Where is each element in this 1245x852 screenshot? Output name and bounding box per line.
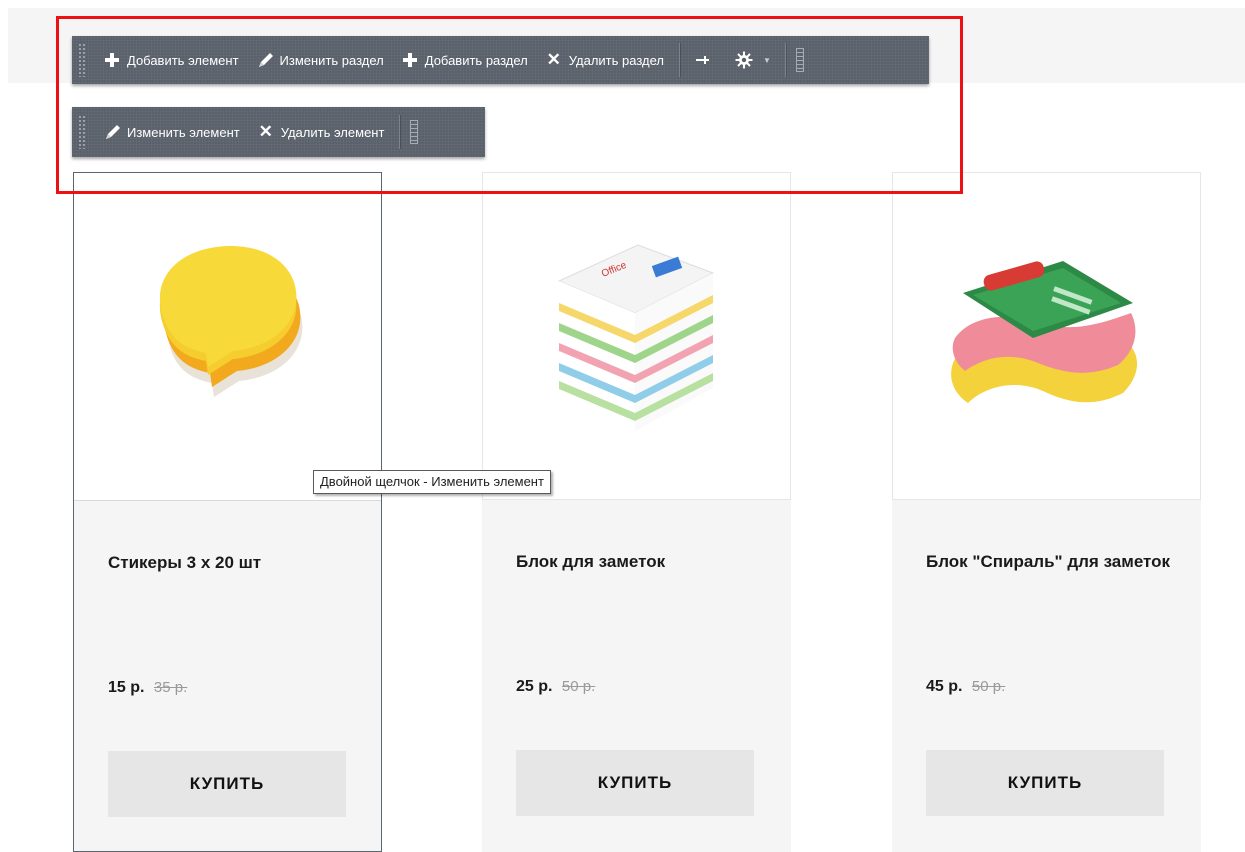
divider <box>399 115 401 149</box>
chevron-down-icon: ▼ <box>762 55 771 65</box>
settings-dropdown[interactable]: ▼ <box>727 36 779 84</box>
section-toolbar: Добавить элемент Изменить раздел Добавит… <box>72 36 929 84</box>
pin-icon <box>695 52 711 68</box>
old-price: 35 р. <box>153 679 188 696</box>
add-section-button[interactable]: Добавить раздел <box>393 36 537 84</box>
close-icon: ✕ <box>546 50 561 69</box>
product-title[interactable]: Блок для заметок <box>516 546 766 577</box>
element-toolbar: Изменить элемент ✕ Удалить элемент <box>72 107 485 157</box>
price: 45 р. 50 р. <box>926 678 1005 696</box>
pencil-icon <box>104 124 120 140</box>
product-card[interactable]: Стикеры 3 х 20 шт 15 р. 35 р. КУПИТЬ <box>73 172 382 852</box>
current-price: 45 р. <box>926 678 963 695</box>
product-title[interactable]: Стикеры 3 х 20 шт <box>108 547 358 578</box>
product-image[interactable]: Office <box>482 172 791 500</box>
old-price: 50 р. <box>561 678 596 695</box>
buy-button[interactable]: КУПИТЬ <box>516 750 754 816</box>
buy-button[interactable]: КУПИТЬ <box>108 751 346 817</box>
delete-section-button[interactable]: ✕ Удалить раздел <box>537 36 673 84</box>
current-price: 25 р. <box>516 678 553 695</box>
divider <box>784 43 786 77</box>
old-price: 50 р. <box>971 678 1006 695</box>
product-title[interactable]: Блок "Спираль" для заметок <box>926 546 1176 577</box>
edit-section-button[interactable]: Изменить раздел <box>248 36 393 84</box>
buy-button[interactable]: КУПИТЬ <box>926 750 1164 816</box>
product-image[interactable] <box>892 172 1201 500</box>
delete-element-button[interactable]: ✕ Удалить элемент <box>249 107 394 157</box>
tooltip: Двойной щелчок - Изменить элемент <box>313 470 551 494</box>
product-card[interactable]: Блок "Спираль" для заметок 45 р. 50 р. К… <box>892 172 1201 852</box>
product-image[interactable] <box>74 173 381 501</box>
pin-button[interactable] <box>686 36 727 84</box>
add-element-button[interactable]: Добавить элемент <box>95 36 248 84</box>
edit-element-button[interactable]: Изменить элемент <box>95 107 249 157</box>
pencil-icon <box>257 52 273 68</box>
toolbar-handle[interactable] <box>410 120 419 144</box>
toolbar-handle[interactable] <box>795 48 804 72</box>
price: 25 р. 50 р. <box>516 678 595 696</box>
current-price: 15 р. <box>108 679 145 696</box>
close-icon: ✕ <box>258 122 273 141</box>
drag-grip[interactable] <box>78 115 86 149</box>
drag-grip[interactable] <box>78 43 86 77</box>
plus-icon <box>104 52 120 68</box>
price: 15 р. 35 р. <box>108 679 187 697</box>
plus-icon <box>402 52 418 68</box>
product-card[interactable]: Office Блок для заметок 25 р. 50 р. КУПИ… <box>482 172 791 852</box>
gear-icon <box>735 51 753 69</box>
divider <box>678 43 680 77</box>
